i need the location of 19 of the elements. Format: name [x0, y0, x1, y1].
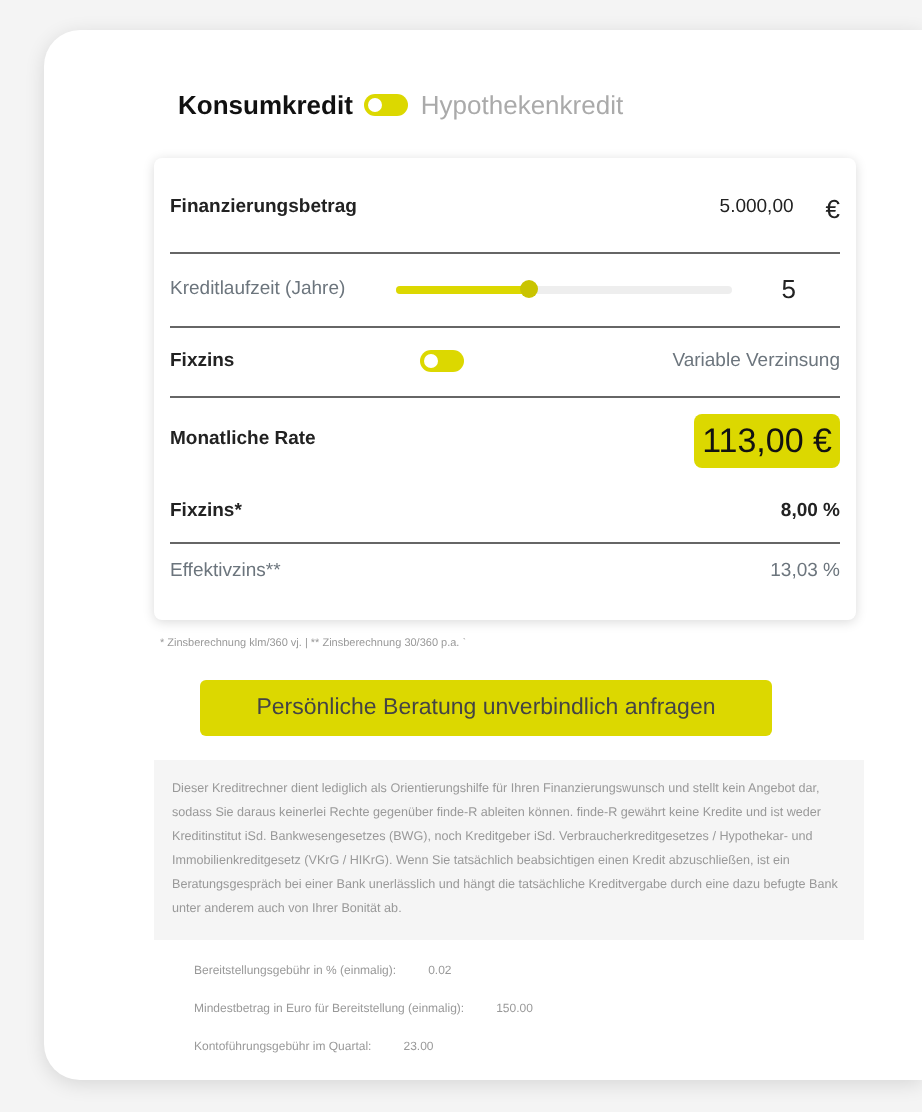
amount-value[interactable]: 5.000,00 — [719, 194, 794, 223]
slider-track[interactable] — [395, 285, 732, 294]
rate-value: 13,03 % — [770, 557, 840, 585]
rate-type-option[interactable]: Variable Verzinsung — [672, 347, 840, 376]
currency-symbol: € — [825, 191, 840, 227]
loan-type-option[interactable]: Konsumkredit — [178, 86, 353, 125]
amount-label: Finanzierungsbetrag — [170, 194, 357, 223]
term-label: Kreditlaufzeit (Jahre) — [170, 275, 346, 304]
slider-thumb[interactable] — [520, 280, 539, 299]
consultation-button[interactable]: Persönliche Beratung unverbindlich anfragen — [200, 680, 772, 736]
rate-label: Fixzins* — [170, 498, 242, 527]
rate-value: 8,00 % — [780, 498, 840, 527]
monthly-rate-label: Monatliche Rate — [170, 426, 316, 455]
rate-label: Effektivzins** — [170, 557, 281, 585]
toggle-switch[interactable] — [364, 94, 409, 117]
toggle-switch[interactable] — [420, 350, 464, 373]
term-value: 5 — [781, 272, 796, 308]
monthly-rate-value: 113,00 € — [694, 413, 840, 469]
rate-type-option[interactable]: Fixzins — [170, 347, 420, 376]
